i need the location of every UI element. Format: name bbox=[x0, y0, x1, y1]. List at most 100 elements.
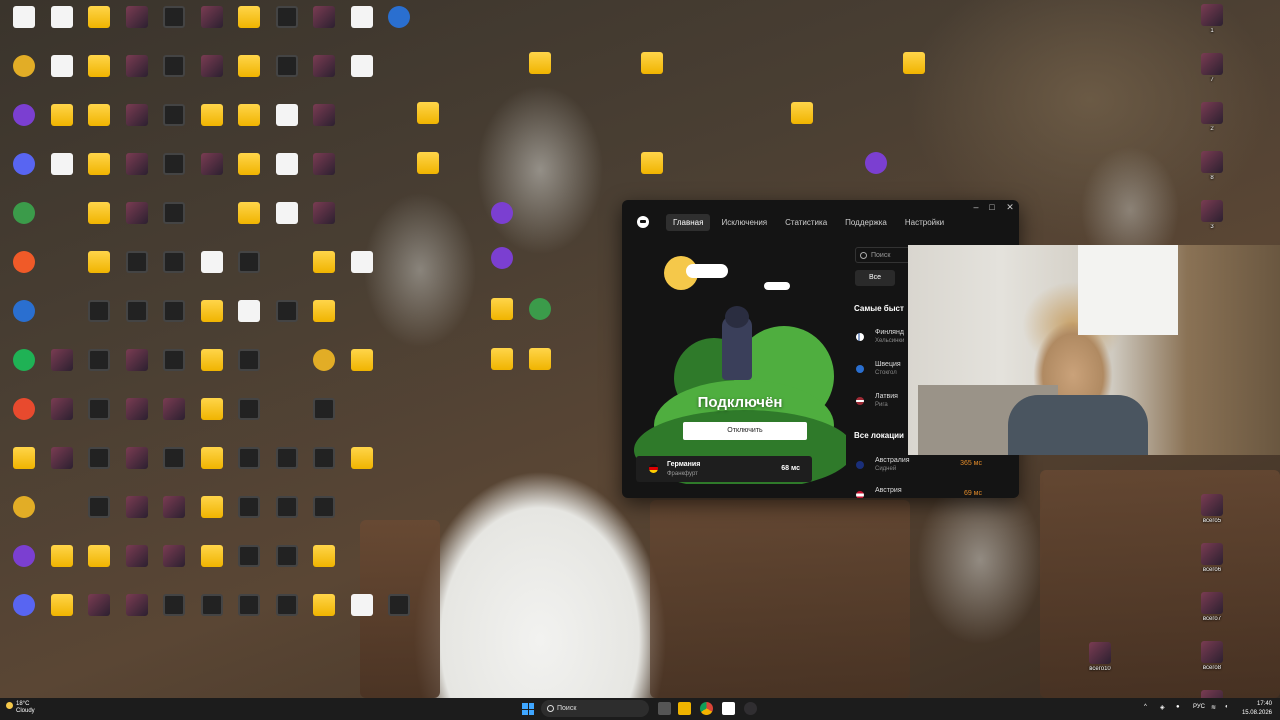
desktop-icon-label: всего7 bbox=[1202, 616, 1222, 622]
desktop-icon[interactable] bbox=[516, 296, 564, 342]
desktop-icon[interactable] bbox=[300, 396, 348, 442]
folder-icon[interactable] bbox=[678, 702, 691, 715]
desktop-icon[interactable]: 1 bbox=[1188, 2, 1236, 48]
server-ping: 68 мс bbox=[781, 465, 800, 472]
video-file-icon bbox=[125, 300, 148, 322]
folder-icon bbox=[200, 496, 223, 518]
server-country: Германия bbox=[667, 461, 701, 468]
image-file-icon bbox=[200, 55, 223, 77]
webcam-background-window bbox=[1078, 245, 1178, 335]
desktop-icon[interactable] bbox=[890, 50, 938, 96]
desktop-icon[interactable] bbox=[338, 200, 386, 246]
desktop-icon[interactable] bbox=[478, 245, 526, 291]
current-server[interactable]: Германия Франкфурт 68 мс bbox=[636, 456, 812, 482]
australia-flag-icon bbox=[856, 461, 864, 469]
document-icon bbox=[13, 6, 35, 28]
app-icon[interactable] bbox=[722, 702, 735, 715]
desktop-icon[interactable] bbox=[338, 53, 386, 99]
desktop-icon[interactable]: 8 bbox=[1188, 149, 1236, 195]
document-icon bbox=[275, 104, 298, 126]
ninja-head bbox=[725, 306, 749, 328]
folder-icon bbox=[417, 152, 439, 174]
location-search-input[interactable]: Поиск bbox=[855, 247, 915, 263]
desktop-icon[interactable] bbox=[404, 150, 452, 196]
location-country: Латвия bbox=[875, 393, 898, 400]
desktop-icon[interactable] bbox=[516, 346, 564, 392]
image-file-icon bbox=[1201, 200, 1223, 222]
vpn-nav: Главная Исключения Статистика Поддержка … bbox=[666, 214, 951, 231]
folder-icon bbox=[238, 55, 260, 77]
taskbar-search-input[interactable]: Поиск bbox=[541, 700, 649, 717]
location-item[interactable]: Австралия Сидней 365 мс bbox=[854, 456, 1014, 476]
desktop-icon[interactable] bbox=[375, 592, 423, 638]
folder-icon bbox=[200, 349, 223, 371]
disconnect-button[interactable]: Отключить bbox=[683, 422, 807, 440]
language-indicator[interactable]: РУС bbox=[1193, 704, 1205, 710]
app-icon bbox=[51, 202, 73, 224]
document-icon bbox=[50, 55, 73, 77]
desktop-icon[interactable]: 7 bbox=[1188, 51, 1236, 97]
desktop-icon[interactable] bbox=[338, 543, 386, 589]
document-icon bbox=[350, 6, 373, 28]
microphone-icon[interactable]: ● bbox=[1176, 704, 1180, 710]
image-file-icon bbox=[1201, 53, 1223, 75]
tab-support[interactable]: Поддержка bbox=[838, 214, 894, 231]
folder-icon bbox=[791, 102, 813, 124]
app-icon bbox=[276, 251, 298, 273]
filter-all-tab[interactable]: Все bbox=[855, 270, 895, 286]
desktop-icon[interactable] bbox=[338, 249, 386, 295]
document-icon bbox=[200, 251, 223, 273]
desktop-icon[interactable] bbox=[852, 150, 900, 196]
video-file-icon bbox=[313, 496, 335, 518]
desktop-icon[interactable] bbox=[375, 4, 423, 50]
windows-start-icon[interactable] bbox=[522, 703, 534, 715]
folder-icon bbox=[313, 251, 335, 273]
maximize-icon[interactable]: □ bbox=[984, 202, 1000, 212]
desktop-icon[interactable] bbox=[628, 150, 676, 196]
folder-icon bbox=[88, 202, 110, 224]
file-explorer-icon[interactable] bbox=[658, 702, 671, 715]
desktop-icon[interactable] bbox=[628, 50, 676, 96]
desktop-icon[interactable] bbox=[478, 200, 526, 246]
obs-icon[interactable] bbox=[744, 702, 757, 715]
taskbar-clock[interactable]: 17:40 15.08.2026 bbox=[1242, 700, 1272, 718]
desktop-icon[interactable] bbox=[516, 50, 564, 96]
desktop-icon[interactable] bbox=[338, 151, 386, 197]
desktop-icon[interactable] bbox=[300, 298, 348, 344]
app-icon bbox=[13, 594, 35, 616]
search-icon bbox=[860, 252, 867, 259]
desktop-icon[interactable]: всего6 bbox=[1188, 541, 1236, 587]
desktop-icon[interactable]: всего7 bbox=[1188, 590, 1236, 636]
desktop-icon-label: всего10 bbox=[1089, 666, 1111, 672]
location-item[interactable]: Австрия 69 мс bbox=[854, 486, 1014, 498]
desktop-icon[interactable] bbox=[338, 347, 386, 393]
desktop-icon[interactable]: всего10 bbox=[1076, 640, 1124, 686]
tab-statistics[interactable]: Статистика bbox=[778, 214, 834, 231]
desktop-icon[interactable]: 3 bbox=[1188, 198, 1236, 244]
video-file-icon bbox=[163, 594, 185, 616]
volume-icon[interactable]: ◐ bbox=[1225, 704, 1229, 710]
tab-settings[interactable]: Настройки bbox=[898, 214, 951, 231]
network-icon[interactable]: ◈ bbox=[1160, 704, 1165, 711]
desktop-icon[interactable] bbox=[338, 445, 386, 491]
video-file-icon bbox=[275, 55, 298, 77]
desktop-icon[interactable] bbox=[338, 102, 386, 148]
desktop-icon[interactable]: всего8 bbox=[1188, 639, 1236, 685]
app-icon bbox=[351, 104, 373, 126]
chrome-icon[interactable] bbox=[700, 702, 713, 715]
close-icon[interactable]: ✕ bbox=[1002, 202, 1018, 213]
app-icon bbox=[351, 153, 373, 175]
desktop-icon[interactable] bbox=[778, 100, 826, 146]
desktop-icon[interactable]: 2 bbox=[1188, 100, 1236, 146]
tab-exclusions[interactable]: Исключения bbox=[714, 214, 774, 231]
desktop-icon[interactable] bbox=[338, 494, 386, 540]
desktop-icon[interactable]: всего5 bbox=[1188, 492, 1236, 538]
minimize-icon[interactable]: – bbox=[968, 202, 984, 212]
wifi-icon[interactable]: ≋ bbox=[1211, 704, 1216, 711]
desktop-icon[interactable] bbox=[404, 100, 452, 146]
tray-chevron-icon[interactable]: ^ bbox=[1144, 704, 1147, 710]
image-file-icon bbox=[125, 6, 148, 28]
weather-widget[interactable]: 18°C Cloudy bbox=[6, 701, 35, 715]
tab-home[interactable]: Главная bbox=[666, 214, 711, 231]
image-file-icon bbox=[1089, 642, 1111, 664]
